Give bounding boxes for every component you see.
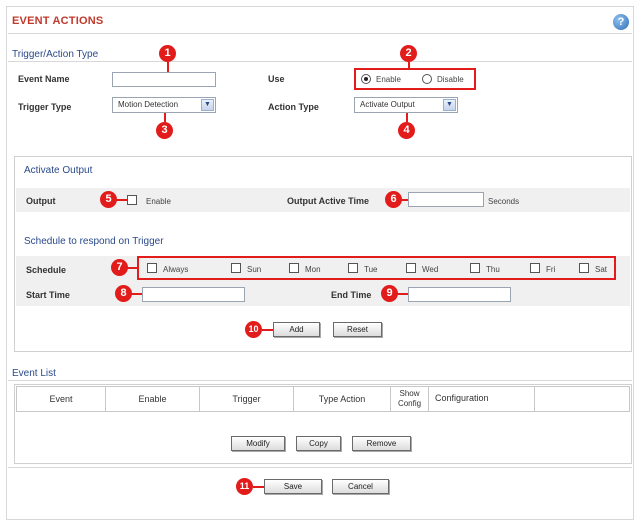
schedule-fri-checkbox[interactable] bbox=[530, 263, 540, 273]
schedule-tue-label: Tue bbox=[364, 265, 378, 274]
modify-button[interactable]: Modify bbox=[231, 436, 285, 451]
start-time-input[interactable] bbox=[142, 287, 245, 302]
activate-output-panel bbox=[14, 156, 632, 352]
reset-button[interactable]: Reset bbox=[333, 322, 382, 337]
callout-8-icon: 8 bbox=[115, 285, 132, 302]
page-title: EVENT ACTIONS bbox=[12, 15, 104, 27]
column-header-extra bbox=[535, 387, 631, 411]
use-enable-label: Enable bbox=[376, 75, 401, 84]
callout-4-icon: 4 bbox=[398, 122, 415, 139]
action-type-select[interactable]: Activate Output ▼ bbox=[354, 97, 458, 113]
callout-7-leader bbox=[127, 267, 137, 269]
output-enable-checkbox[interactable] bbox=[127, 195, 137, 205]
column-header-configuration: Configuration bbox=[429, 387, 535, 411]
copy-button[interactable]: Copy bbox=[296, 436, 341, 451]
save-button[interactable]: Save bbox=[264, 479, 322, 494]
trigger-section-divider bbox=[8, 61, 632, 62]
schedule-mon-checkbox[interactable] bbox=[289, 263, 299, 273]
seconds-unit-label: Seconds bbox=[488, 197, 520, 206]
callout-9-leader bbox=[397, 293, 408, 295]
event-list-divider bbox=[8, 380, 632, 381]
column-header-show-config: Show Config bbox=[391, 387, 429, 411]
start-time-label: Start Time bbox=[26, 290, 70, 300]
callout-10-icon: 10 bbox=[245, 321, 262, 338]
cancel-button[interactable]: Cancel bbox=[332, 479, 389, 494]
schedule-tue-checkbox[interactable] bbox=[348, 263, 358, 273]
action-type-value: Activate Output bbox=[360, 100, 415, 109]
schedule-fri-label: Fri bbox=[546, 265, 556, 274]
callout-10-leader bbox=[262, 329, 273, 331]
column-header-enable: Enable bbox=[106, 387, 200, 411]
callout-2-icon: 2 bbox=[400, 45, 417, 62]
schedule-wed-label: Wed bbox=[422, 265, 439, 274]
event-list-header-row: Event Enable Trigger Type Action Show Co… bbox=[16, 386, 630, 412]
schedule-wed-checkbox[interactable] bbox=[406, 263, 416, 273]
use-label: Use bbox=[268, 74, 285, 84]
callout-9-icon: 9 bbox=[381, 285, 398, 302]
callout-5-icon: 5 bbox=[100, 191, 117, 208]
action-type-label: Action Type bbox=[268, 102, 319, 112]
end-time-input[interactable] bbox=[408, 287, 511, 302]
output-label: Output bbox=[26, 196, 56, 206]
chevron-down-icon: ▼ bbox=[443, 99, 456, 111]
event-name-label: Event Name bbox=[18, 74, 70, 84]
column-header-event: Event bbox=[17, 387, 106, 411]
callout-3-icon: 3 bbox=[156, 122, 173, 139]
schedule-always-checkbox[interactable] bbox=[147, 263, 157, 273]
header-divider bbox=[8, 33, 632, 34]
callout-1-icon: 1 bbox=[159, 45, 176, 62]
callout-2-leader bbox=[408, 62, 410, 68]
callout-11-leader bbox=[253, 486, 264, 488]
schedule-sat-checkbox[interactable] bbox=[579, 263, 589, 273]
callout-5-leader bbox=[116, 199, 127, 201]
column-header-type-action: Type Action bbox=[294, 387, 391, 411]
schedule-mon-label: Mon bbox=[305, 265, 321, 274]
trigger-action-section-title: Trigger/Action Type bbox=[12, 49, 99, 60]
output-enable-label: Enable bbox=[146, 197, 171, 206]
footer-divider bbox=[8, 467, 632, 468]
schedule-sat-label: Sat bbox=[595, 265, 608, 274]
use-disable-label: Disable bbox=[437, 75, 464, 84]
schedule-thu-label: Thu bbox=[486, 265, 500, 274]
activate-output-section-title: Activate Output bbox=[24, 165, 93, 176]
trigger-type-select[interactable]: Motion Detection ▼ bbox=[112, 97, 216, 113]
remove-button[interactable]: Remove bbox=[352, 436, 411, 451]
column-header-trigger: Trigger bbox=[200, 387, 294, 411]
output-active-time-input[interactable] bbox=[408, 192, 484, 207]
chevron-down-icon: ▼ bbox=[201, 99, 214, 111]
schedule-sun-label: Sun bbox=[247, 265, 262, 274]
callout-4-leader bbox=[406, 113, 408, 122]
event-list-section-title: Event List bbox=[12, 368, 56, 379]
schedule-label: Schedule bbox=[26, 265, 67, 275]
output-active-time-label: Output Active Time bbox=[287, 196, 370, 206]
callout-6-leader bbox=[401, 199, 408, 201]
schedule-thu-checkbox[interactable] bbox=[470, 263, 480, 273]
trigger-type-label: Trigger Type bbox=[18, 102, 72, 112]
use-disable-radio[interactable] bbox=[422, 74, 432, 84]
callout-3-leader bbox=[164, 113, 166, 122]
trigger-type-value: Motion Detection bbox=[118, 100, 179, 109]
end-time-label: End Time bbox=[331, 290, 372, 300]
callout-1-leader bbox=[167, 62, 169, 72]
callout-11-icon: 11 bbox=[236, 478, 253, 495]
help-icon[interactable]: ? bbox=[613, 14, 629, 30]
schedule-sun-checkbox[interactable] bbox=[231, 263, 241, 273]
callout-6-icon: 6 bbox=[385, 191, 402, 208]
schedule-section-title: Schedule to respond on Trigger bbox=[24, 236, 164, 247]
add-button[interactable]: Add bbox=[273, 322, 320, 337]
callout-8-leader bbox=[131, 293, 142, 295]
callout-7-icon: 7 bbox=[111, 259, 128, 276]
use-enable-radio[interactable] bbox=[361, 74, 371, 84]
event-name-input[interactable] bbox=[112, 72, 216, 87]
schedule-always-label: Always bbox=[163, 265, 189, 274]
